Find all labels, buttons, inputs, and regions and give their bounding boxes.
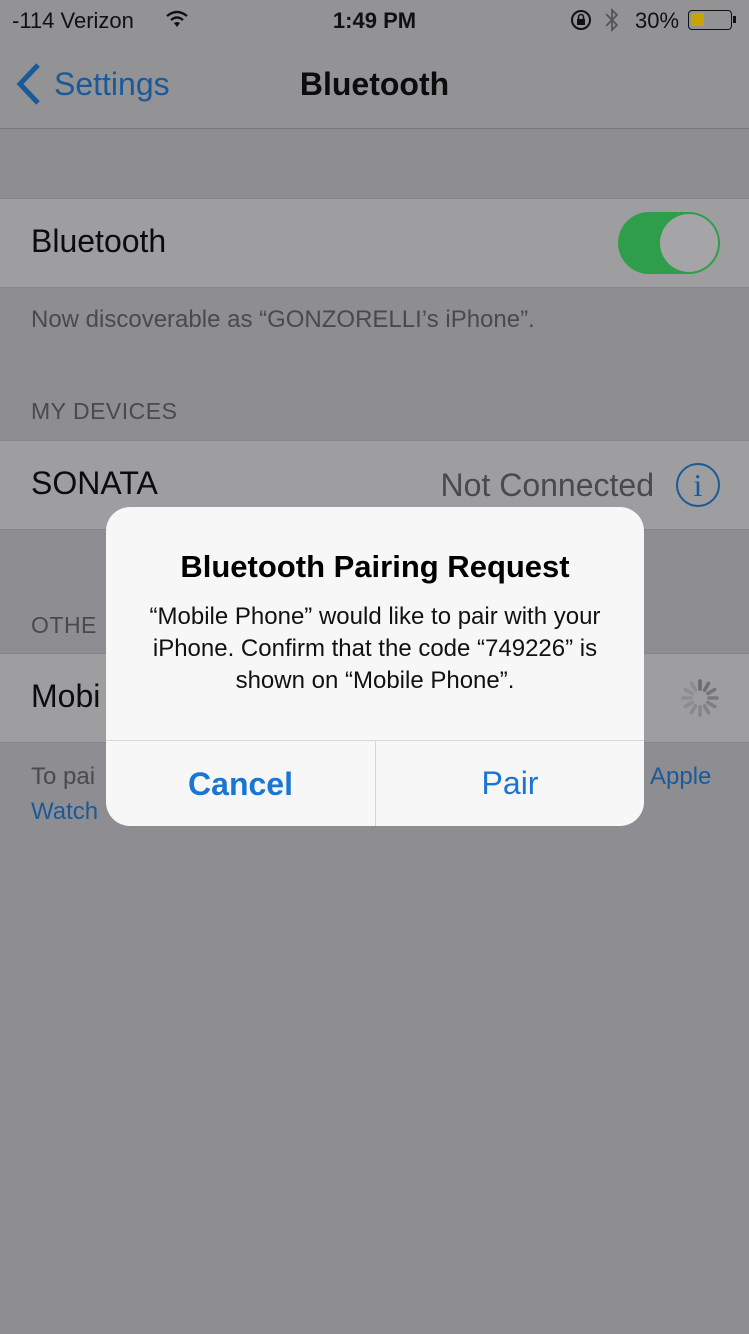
info-icon[interactable]: i — [676, 463, 720, 507]
nav-bar: Settings Bluetooth — [0, 40, 749, 129]
discoverable-text: Now discoverable as “GONZORELLI’s iPhone… — [31, 306, 535, 333]
battery-icon — [688, 10, 732, 30]
bluetooth-toggle[interactable] — [618, 212, 720, 274]
bluetooth-label: Bluetooth — [31, 223, 167, 259]
alert-title: Bluetooth Pairing Request — [180, 549, 570, 584]
bluetooth-icon — [605, 7, 619, 33]
device-name: Mobi — [31, 678, 101, 714]
status-bar: -114 Verizon 1:49 PM 30% — [0, 0, 749, 40]
footer-text: To pai — [31, 763, 96, 790]
device-name: SONATA — [31, 465, 158, 501]
spinner-icon — [681, 679, 719, 717]
pair-button[interactable]: Pair — [375, 740, 644, 826]
cancel-button[interactable]: Cancel — [106, 740, 375, 826]
alert-message: “Mobile Phone” would like to pair with y… — [149, 603, 601, 694]
device-status: Not Connected — [440, 467, 654, 503]
pairing-alert: Bluetooth Pairing Request “Mobile Phone”… — [106, 507, 644, 826]
rotation-lock-icon — [571, 10, 591, 30]
footer-text-right: Apple — [650, 763, 712, 790]
bluetooth-row: Bluetooth — [0, 198, 749, 288]
other-devices-header: OTHE — [31, 612, 97, 638]
my-devices-header: MY DEVICES — [31, 398, 178, 424]
apple-watch-link[interactable]: Watch — [31, 798, 98, 826]
battery-percent: 30% — [635, 8, 680, 33]
page-title: Bluetooth — [299, 66, 450, 102]
